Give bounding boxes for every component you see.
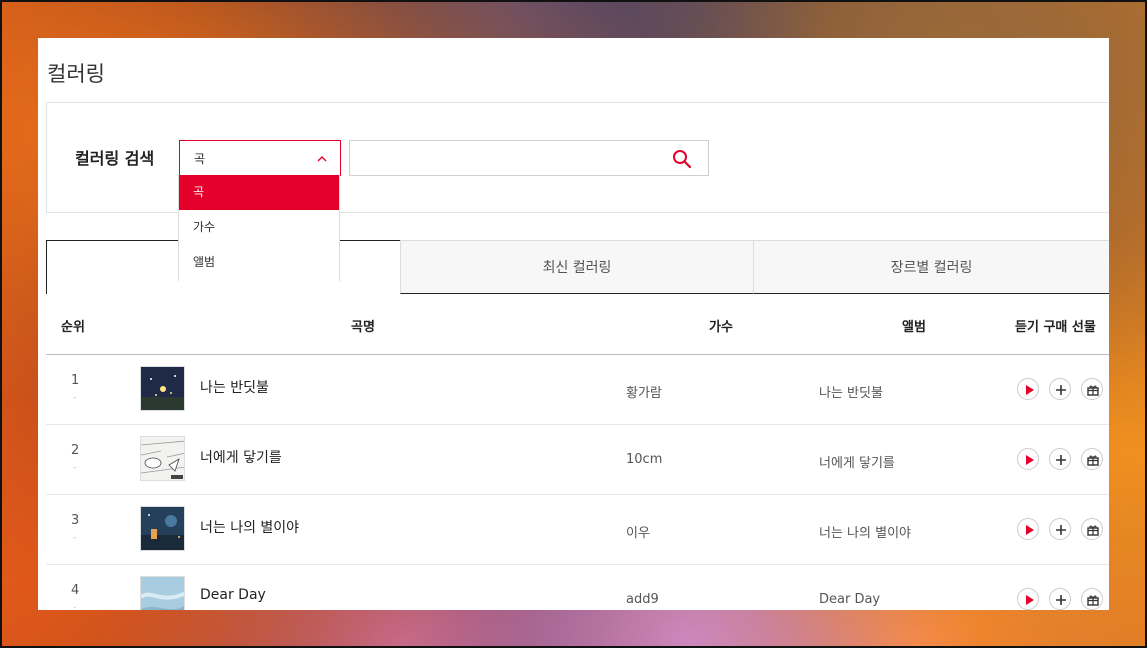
- tab-genre[interactable]: 장르별 컬러링: [753, 240, 1109, 294]
- album-cover[interactable]: [140, 436, 185, 481]
- play-button[interactable]: [1017, 448, 1039, 470]
- rank-number: 4: [71, 583, 80, 598]
- song-title[interactable]: 너는 나의 별이야: [200, 517, 299, 537]
- play-button[interactable]: [1017, 588, 1039, 610]
- chevron-up-icon: [316, 150, 328, 169]
- play-button[interactable]: [1017, 378, 1039, 400]
- dropdown-option-song[interactable]: 곡: [179, 175, 339, 210]
- table-row: 2 - 너에게 닿기를 10cm 너에게 닿기를: [46, 425, 1109, 495]
- header-album: 앨범: [902, 320, 926, 335]
- artist-name[interactable]: add9: [626, 592, 659, 607]
- purchase-button[interactable]: [1049, 378, 1071, 400]
- song-title[interactable]: Dear Day: [200, 587, 266, 603]
- artist-name[interactable]: 황가람: [626, 382, 662, 401]
- header-artist: 가수: [709, 320, 733, 335]
- search-input[interactable]: [350, 141, 650, 175]
- page-title: 컬러링: [47, 62, 105, 86]
- search-label: 컬러링 검색: [75, 149, 155, 168]
- table-row: 1 - 나는 반딧불 황가람 나는 반딧불: [46, 355, 1109, 425]
- artist-name[interactable]: 이우: [626, 522, 650, 541]
- search-input-box[interactable]: [349, 140, 709, 176]
- table-row: 4 - Dear Day add9 Dear Day: [46, 565, 1109, 610]
- album-name[interactable]: Dear Day: [819, 592, 880, 607]
- rank-change: -: [73, 533, 77, 543]
- search-icon[interactable]: [672, 149, 692, 173]
- artist-name[interactable]: 10cm: [626, 452, 662, 467]
- album-name[interactable]: 너는 나의 별이야: [819, 522, 911, 541]
- rank-change: -: [73, 463, 77, 473]
- rank-number: 3: [71, 513, 80, 528]
- album-name[interactable]: 너에게 닿기를: [819, 452, 895, 471]
- dropdown-option-artist[interactable]: 가수: [179, 210, 339, 245]
- rank-number: 2: [71, 443, 80, 458]
- coloring-window: 컬러링 컬러링 검색 곡 최신 컬러링 장르별 컬러링 곡 가수 앨범 순위 곡…: [38, 38, 1109, 610]
- album-cover[interactable]: [140, 576, 185, 610]
- header-actions: 듣기 구매 선물: [1015, 320, 1096, 335]
- search-type-value: 곡: [194, 152, 206, 166]
- rank-number: 1: [71, 373, 80, 388]
- rank-change: -: [73, 603, 77, 610]
- tab-latest[interactable]: 최신 컬러링: [400, 240, 754, 294]
- gift-button[interactable]: [1081, 518, 1103, 540]
- play-button[interactable]: [1017, 518, 1039, 540]
- header-rank: 순위: [61, 320, 85, 335]
- search-type-select[interactable]: 곡: [179, 140, 341, 176]
- purchase-button[interactable]: [1049, 448, 1071, 470]
- header-song: 곡명: [351, 320, 375, 335]
- gift-button[interactable]: [1081, 448, 1103, 470]
- song-title[interactable]: 나는 반딧불: [200, 377, 269, 397]
- dropdown-option-album[interactable]: 앨범: [179, 245, 339, 280]
- search-type-dropdown: 곡 가수 앨범: [178, 175, 340, 281]
- gift-button[interactable]: [1081, 378, 1103, 400]
- purchase-button[interactable]: [1049, 588, 1071, 610]
- purchase-button[interactable]: [1049, 518, 1071, 540]
- album-cover[interactable]: [140, 506, 185, 551]
- rank-change: -: [73, 393, 77, 403]
- album-name[interactable]: 나는 반딧불: [819, 382, 883, 401]
- table-header: 순위 곡명 가수 앨범 듣기 구매 선물: [46, 294, 1109, 355]
- gift-button[interactable]: [1081, 588, 1103, 610]
- table-row: 3 - 너는 나의 별이야 이우 너는 나의 별이야: [46, 495, 1109, 565]
- album-cover[interactable]: [140, 366, 185, 411]
- song-title[interactable]: 너에게 닿기를: [200, 447, 282, 467]
